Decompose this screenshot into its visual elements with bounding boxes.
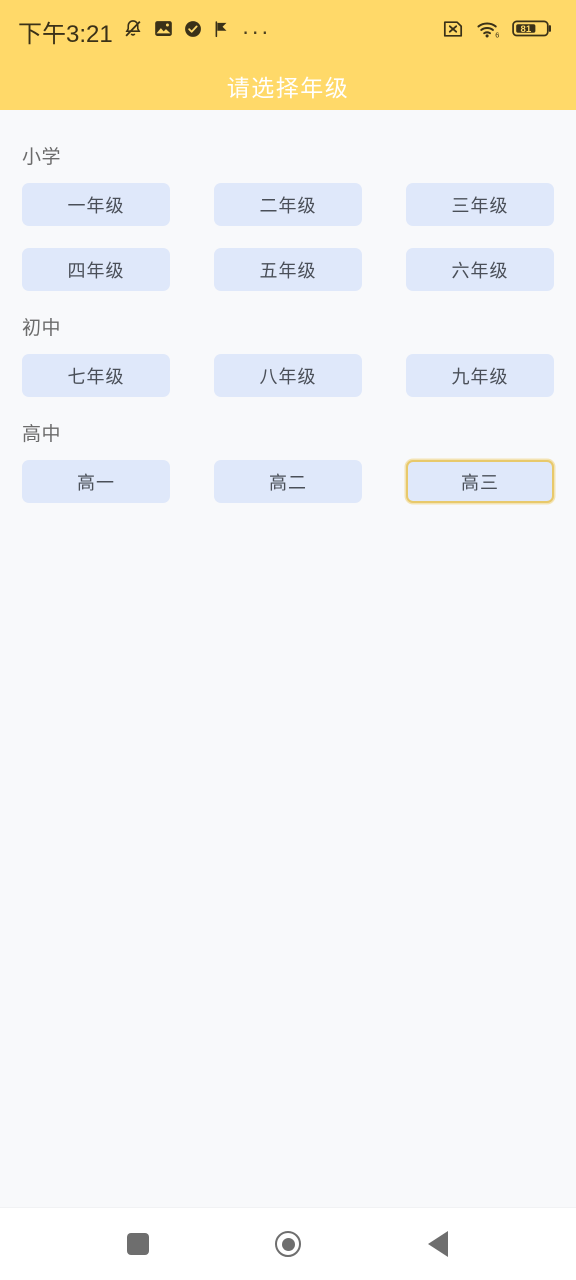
svg-text:81: 81: [521, 24, 532, 35]
svg-text:6: 6: [495, 30, 499, 38]
section-label-1: 初中: [22, 318, 62, 339]
phone-screen: 下午3:21 ··· 6 81 请选择年级 小学 一年级 二年级 三年级 四年级…: [0, 0, 576, 1280]
grade-button[interactable]: 五年级: [214, 248, 362, 291]
check-circle-icon: [183, 19, 203, 44]
status-bar-right: 6 81: [442, 18, 554, 44]
page-title: 请选择年级: [226, 75, 350, 101]
status-bar-left: 下午3:21 ···: [18, 14, 271, 49]
grade-button[interactable]: 八年级: [214, 354, 362, 397]
grade-button[interactable]: 三年级: [406, 183, 554, 226]
grade-button[interactable]: 六年级: [406, 248, 554, 291]
home-button[interactable]: [257, 1218, 319, 1270]
triangle-left-icon: [428, 1231, 448, 1257]
grade-button[interactable]: 高三: [406, 460, 554, 503]
grade-button[interactable]: 高二: [214, 460, 362, 503]
grade-button[interactable]: 四年级: [22, 248, 170, 291]
grade-row: 高一 高二 高三: [22, 460, 554, 503]
battery-icon: 81: [512, 18, 554, 44]
grade-row: 一年级 二年级 三年级: [22, 183, 554, 226]
square-icon: [127, 1233, 149, 1255]
circle-icon: [275, 1231, 301, 1257]
recents-button[interactable]: [107, 1218, 169, 1270]
grade-button[interactable]: 二年级: [214, 183, 362, 226]
bell-muted-icon: [122, 18, 144, 45]
section-label-2: 高中: [22, 424, 62, 445]
android-navigation-bar: [0, 1207, 576, 1280]
more-dots-icon: ···: [241, 18, 271, 44]
grade-row: 四年级 五年级 六年级: [22, 248, 554, 291]
app-title-bar: 请选择年级: [0, 62, 576, 110]
grade-button[interactable]: 七年级: [22, 354, 170, 397]
grade-button[interactable]: 高一: [22, 460, 170, 503]
wifi-6-icon: 6: [475, 19, 501, 44]
status-clock: 下午3:21: [18, 20, 113, 48]
sim-off-icon: [442, 19, 464, 44]
grade-selection-content: 小学一年级 二年级 三年级四年级 五年级 六年级初中七年级 八年级 九年级高中高一 高二 高三: [0, 110, 576, 1207]
grade-button[interactable]: 一年级: [22, 183, 170, 226]
back-button[interactable]: [407, 1218, 469, 1270]
status-bar: 下午3:21 ··· 6 81: [0, 0, 576, 62]
grade-row: 七年级 八年级 九年级: [22, 354, 554, 397]
grade-button[interactable]: 九年级: [406, 354, 554, 397]
flag-icon: [212, 19, 231, 44]
section-label-0: 小学: [22, 147, 62, 168]
image-download-icon: [153, 18, 174, 44]
